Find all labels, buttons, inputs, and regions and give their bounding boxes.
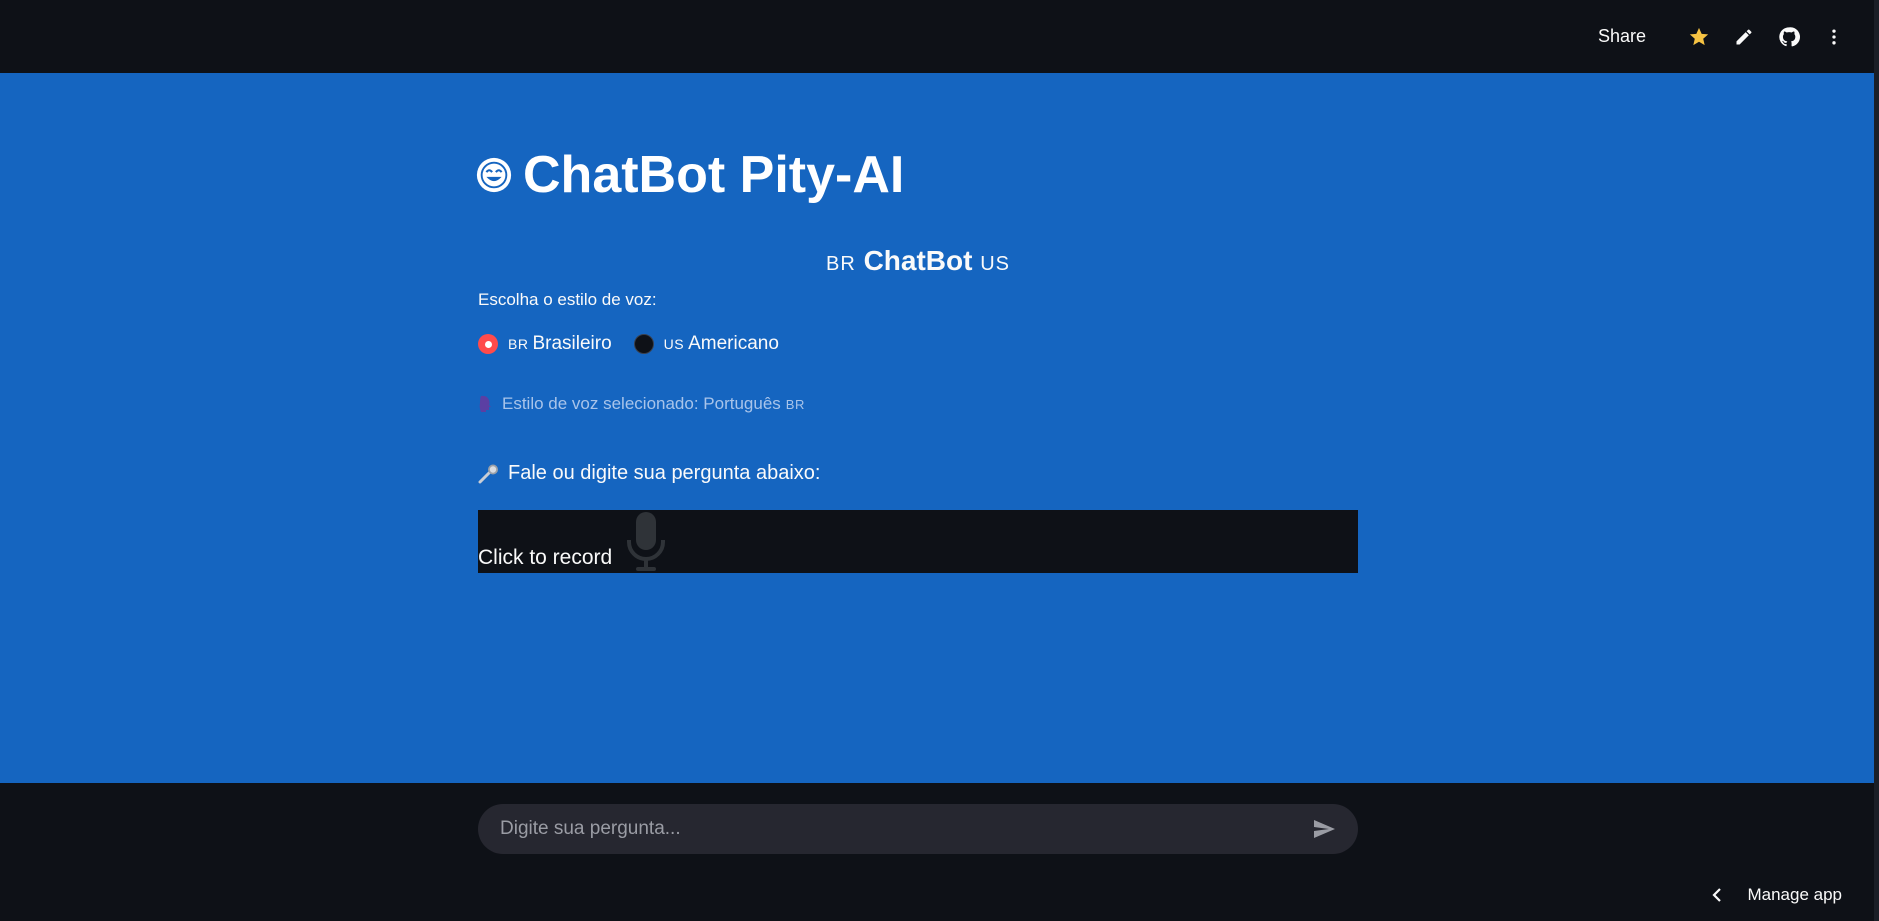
- subtitle-text: ChatBot: [863, 245, 973, 276]
- microphone-emoji-icon: [478, 464, 500, 484]
- flag-br: BR: [825, 253, 856, 275]
- manage-app-label: Manage app: [1747, 885, 1842, 904]
- radio-button[interactable]: [633, 334, 654, 354]
- page-title: ChatBot Pity-AI: [475, 145, 904, 205]
- pencil-icon[interactable]: [1732, 25, 1756, 49]
- page-title-text: ChatBot Pity-AI: [523, 146, 905, 204]
- flag-br: BR: [785, 396, 805, 412]
- flag-us: US: [663, 336, 685, 352]
- star-icon[interactable]: [1687, 25, 1711, 49]
- app-header: Share: [0, 0, 1874, 73]
- chat-input-container[interactable]: [478, 804, 1358, 854]
- more-vertical-icon[interactable]: [1822, 25, 1846, 49]
- share-button[interactable]: Share: [1598, 26, 1646, 47]
- voice-style-radio-group: BR Brasileiro US Americano: [478, 333, 801, 355]
- audio-recorder[interactable]: Click to record: [478, 510, 1358, 573]
- radio-option-americano[interactable]: US Americano: [633, 333, 779, 355]
- bottom-bar: Manage app: [0, 783, 1874, 921]
- chat-input[interactable]: [498, 817, 1310, 841]
- subtitle: BR ChatBot US: [478, 245, 1358, 277]
- chevron-left-icon: [1711, 887, 1723, 903]
- speaking-head-icon: [478, 395, 494, 413]
- main-content: ChatBot Pity-AI BR ChatBot US Escolha o …: [0, 73, 1874, 783]
- manage-app-button[interactable]: Manage app: [1711, 885, 1842, 905]
- radio-option-brasileiro[interactable]: BR Brasileiro: [478, 333, 612, 355]
- record-label: Click to record: [478, 546, 613, 569]
- flag-us: US: [980, 253, 1011, 275]
- selected-voice-text: Estilo de voz selecionado: Português: [502, 394, 781, 413]
- flag-br: BR: [508, 336, 529, 352]
- ask-question-text: Fale ou digite sua pergunta abaixo:: [508, 462, 821, 484]
- microphone-icon[interactable]: [624, 512, 668, 572]
- selected-voice-info: Estilo de voz selecionado: Português BR: [478, 394, 809, 414]
- smiling-face-icon: [475, 156, 513, 194]
- send-icon[interactable]: [1310, 815, 1338, 843]
- radio-label: Americano: [688, 333, 779, 354]
- radio-label: Brasileiro: [532, 333, 612, 354]
- radio-button-selected[interactable]: [478, 334, 498, 354]
- page-scrollbar[interactable]: [1874, 0, 1879, 921]
- ask-question-label: Fale ou digite sua pergunta abaixo:: [478, 462, 820, 485]
- voice-style-label: Escolha o estilo de voz:: [478, 290, 657, 309]
- github-icon[interactable]: [1777, 25, 1801, 49]
